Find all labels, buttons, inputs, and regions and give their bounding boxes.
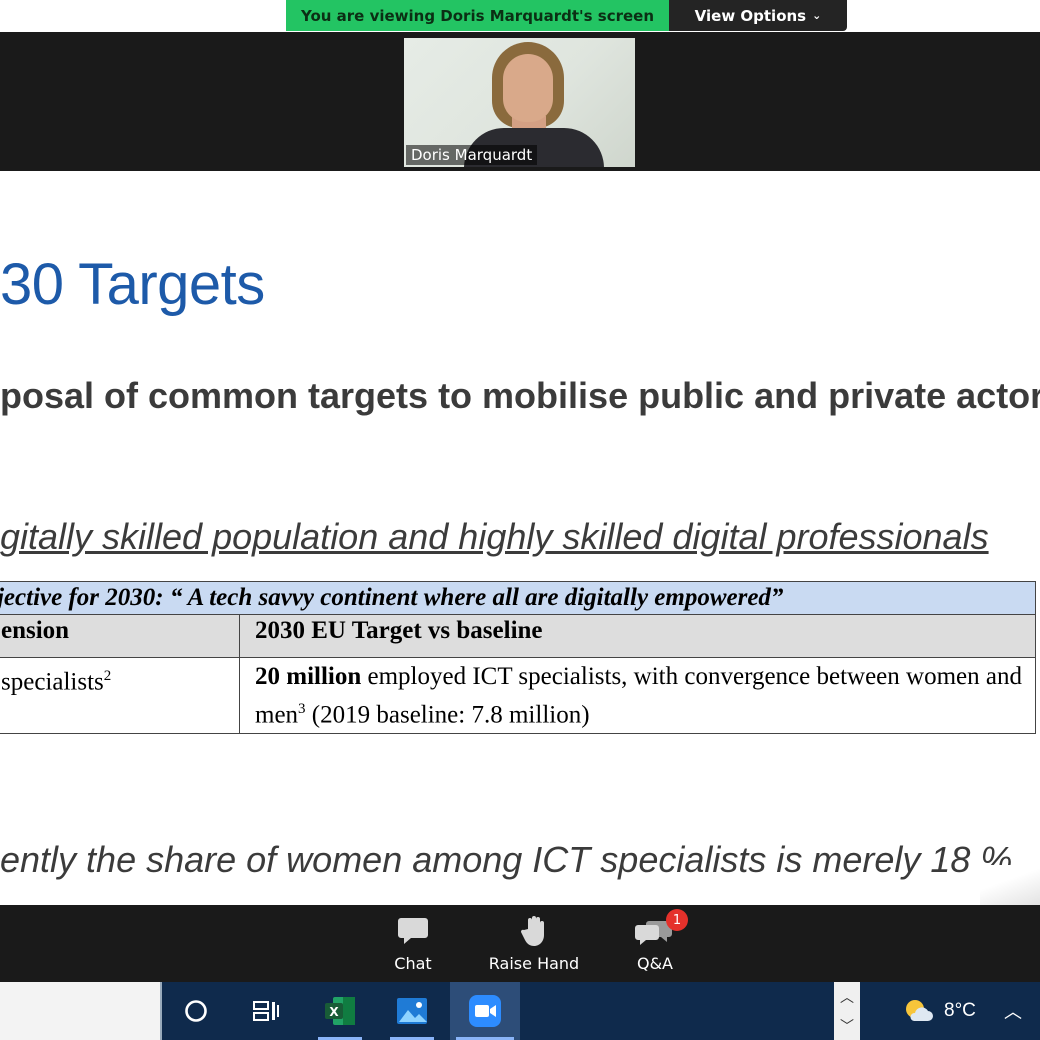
slide-title: 30 Targets [0,252,265,317]
view-options-label: View Options [694,6,807,25]
raise-hand-label: Raise Hand [488,954,580,973]
photos-button[interactable] [384,982,440,1040]
video-strip: Doris Marquardt [0,32,1040,171]
dimension-text: specialists [1,668,104,696]
table-header-row: ension 2030 EU Target vs baseline [0,614,1036,658]
target-bold-value: 20 million [255,663,362,690]
taskbar-search-box[interactable] [0,982,162,1040]
zoom-toolbar: Chat Raise Hand 1 Q&A [0,905,1040,982]
qa-label: Q&A [636,954,673,973]
shared-slide: 30 Targets posal of common targets to mo… [0,171,1040,905]
chevron-down-icon: ⌄ [812,9,822,22]
cortana-button[interactable] [168,982,224,1040]
qa-button[interactable]: 1 Q&A [618,909,692,977]
slide-subtitle: posal of common targets to mobilise publ… [0,375,1040,416]
table-header-dimension: ension [0,614,240,658]
excel-button[interactable]: X [312,982,368,1040]
task-view-icon [253,1001,279,1021]
viewing-banner: You are viewing Doris Marquardt's screen [286,0,669,31]
excel-icon: X [325,997,355,1025]
table-row: specialists2 20 million employed ICT spe… [0,656,1036,735]
speaker-name-label: Doris Marquardt [406,145,538,165]
target-text-b: (2019 baseline: 7.8 million) [305,701,590,729]
view-options-button[interactable]: View Options ⌄ [669,0,847,31]
top-strip: You are viewing Doris Marquardt's screen… [0,0,1040,32]
table-cell-dimension: specialists2 [0,656,240,735]
task-view-button[interactable] [238,982,294,1040]
footnote-2: 2 [103,668,112,684]
taskbar-scroll-arrows[interactable]: ︿ ﹀ [834,982,860,1040]
speaker-video-tile[interactable]: Doris Marquardt [404,38,635,167]
photos-icon [397,998,427,1024]
chat-label: Chat [394,954,432,973]
tray-expand-icon[interactable]: ︿ [1004,998,1022,1024]
partly-sunny-icon [906,1000,933,1021]
chat-icon [397,913,429,949]
windows-taskbar: X ︿ ﹀ 8°C ︿ [0,982,1040,1040]
cortana-icon [185,1000,207,1022]
targets-table: s objective for 2030: “ A tech savvy con… [0,581,1036,735]
chevron-down-icon[interactable]: ﹀ [840,1016,854,1036]
weather-widget[interactable]: 8°C [902,982,976,1040]
raise-hand-button[interactable]: Raise Hand [484,913,584,977]
weather-temperature: 8°C [944,1000,976,1021]
footnote-3: 3 [298,701,306,717]
slide-faint-mark [970,257,1040,285]
table-cell-target: 20 million employed ICT specialists, wit… [239,656,1036,735]
table-objective-row: s objective for 2030: “ A tech savvy con… [0,581,1036,615]
chevron-up-icon[interactable]: ︿ [840,987,854,1007]
slide-heading: gitally skilled population and highly sk… [0,516,989,557]
speaker-face [503,54,553,122]
chat-button[interactable]: Chat [378,913,448,977]
table-objective-cell: s objective for 2030: “ A tech savvy con… [0,581,1036,615]
slide-corner-curl [980,865,1040,905]
zoom-button[interactable] [450,982,520,1040]
slide-note: ently the share of women among ICT speci… [0,839,1013,880]
table-header-target: 2030 EU Target vs baseline [239,614,1036,658]
qa-notification-badge: 1 [666,909,688,931]
svg-text:X: X [329,1005,339,1019]
zoom-icon [469,995,501,1027]
hand-icon [520,913,548,949]
